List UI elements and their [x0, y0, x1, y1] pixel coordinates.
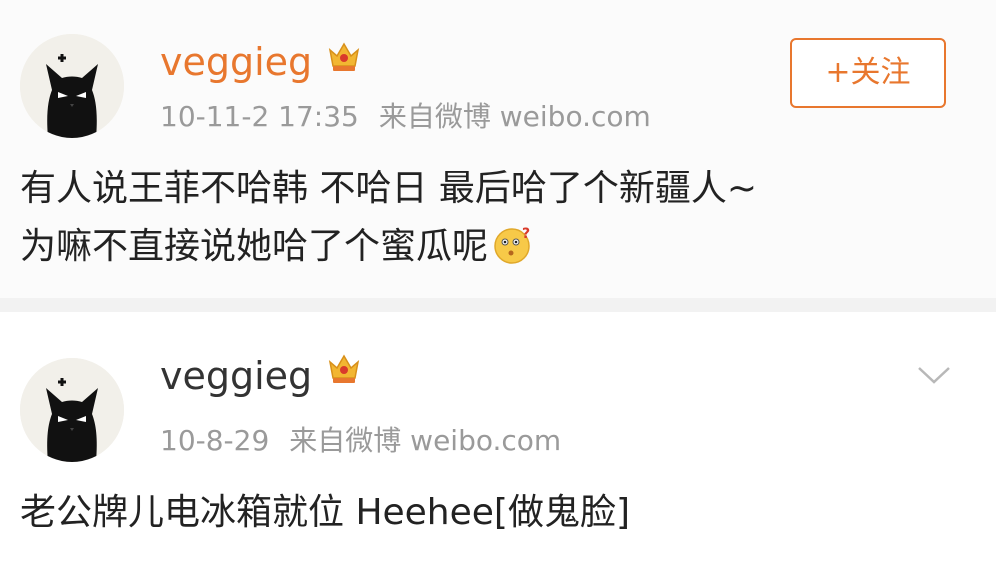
post-time: 10-11-2 17:35	[160, 100, 359, 133]
post-content-line: 有人说王菲不哈韩 不哈日 最后哈了个新疆人~	[20, 168, 758, 209]
black-cat-icon	[20, 358, 124, 462]
avatar[interactable]	[20, 358, 124, 462]
post-time: 10-8-29	[160, 424, 270, 457]
crown-badge-icon	[326, 38, 362, 74]
black-cat-icon	[20, 34, 124, 138]
post-meta: 10-8-29 来自微博 weibo.com	[160, 424, 561, 458]
post-content: 有人说王菲不哈韩 不哈日 最后哈了个新疆人~ 为嘛不直接说她哈了个蜜瓜呢 ?	[20, 160, 757, 276]
username[interactable]: veggieg	[160, 40, 312, 84]
crown-badge-icon	[326, 350, 362, 386]
post-content-line: 老公牌儿电冰箱就位 Heehee[做鬼脸]	[20, 492, 631, 533]
post-divider	[0, 298, 996, 312]
thinking-face-emoji-icon: ?	[492, 224, 534, 266]
username[interactable]: veggieg	[160, 354, 312, 398]
avatar[interactable]	[20, 34, 124, 138]
post-content-line: 为嘛不直接说她哈了个蜜瓜呢 ?	[20, 218, 757, 276]
post-meta: 10-11-2 17:35 来自微博 weibo.com	[160, 100, 651, 134]
post-source[interactable]: 来自微博 weibo.com	[379, 100, 651, 133]
follow-button[interactable]: +关注	[790, 38, 946, 108]
svg-text:?: ?	[522, 226, 530, 242]
post-content: 老公牌儿电冰箱就位 Heehee[做鬼脸]	[20, 484, 630, 542]
post-source[interactable]: 来自微博 weibo.com	[289, 424, 561, 457]
chevron-down-icon[interactable]	[916, 364, 952, 386]
post-content-text: 为嘛不直接说她哈了个蜜瓜呢	[20, 226, 489, 267]
